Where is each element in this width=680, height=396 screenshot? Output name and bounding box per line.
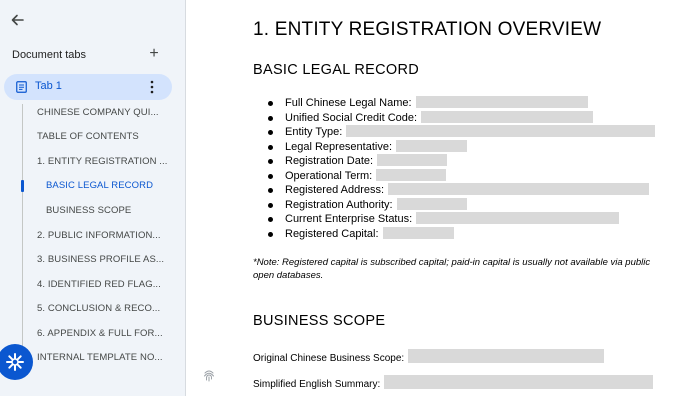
active-heading-indicator bbox=[21, 180, 24, 192]
outline-item[interactable]: 1. ENTITY REGISTRATION ... bbox=[37, 156, 168, 167]
outline-guide-line bbox=[22, 104, 23, 374]
add-tab-button[interactable]: + bbox=[146, 46, 162, 62]
back-button[interactable] bbox=[8, 10, 28, 30]
bullet bbox=[268, 173, 273, 179]
field-label: Legal Representative: bbox=[285, 140, 393, 153]
scope-field-original: Original Chinese Business Scope: bbox=[253, 349, 605, 364]
field-label: Registration Authority: bbox=[285, 198, 393, 211]
bullet bbox=[268, 188, 273, 193]
outline-item[interactable]: 4. IDENTIFIED RED FLAG... bbox=[37, 279, 161, 290]
field-label: Registered Capital: bbox=[285, 227, 379, 240]
more-vert-icon[interactable] bbox=[147, 78, 157, 96]
field-label: Simplified English Summary: bbox=[253, 379, 381, 390]
heading-business-scope: BUSINESS SCOPE bbox=[253, 313, 386, 329]
list-item: Operational Term: bbox=[263, 168, 655, 184]
bullet bbox=[268, 202, 273, 208]
list-item: Entity Type: bbox=[263, 125, 656, 140]
scope-field-english: Simplified English Summary: bbox=[253, 375, 654, 390]
list-item: Legal Representative: bbox=[263, 139, 655, 155]
redacted-value bbox=[376, 168, 447, 181]
redacted-value bbox=[415, 96, 588, 108]
list-item: Registration Authority: bbox=[263, 197, 655, 213]
list-item: Registration Date: bbox=[263, 154, 655, 169]
redacted-value bbox=[377, 154, 448, 166]
outline-item-active[interactable]: BASIC LEGAL RECORD bbox=[46, 180, 153, 191]
field-label: Operational Term: bbox=[285, 169, 373, 182]
heading-1: 1. ENTITY REGISTRATION OVERVIEW bbox=[253, 19, 602, 40]
list-item: Current Enterprise Status: bbox=[263, 212, 655, 227]
list-item: Registered Address: bbox=[263, 183, 655, 198]
plus-icon: + bbox=[149, 45, 159, 62]
document-icon bbox=[16, 81, 27, 93]
document-tabs-sidebar: Document tabs + Tab 1 CHINESE COMPANY QU… bbox=[0, 0, 186, 396]
list-item: Full Chinese Legal Name: bbox=[263, 96, 655, 111]
tab-1[interactable]: Tab 1 bbox=[4, 74, 172, 100]
redacted-value bbox=[421, 110, 594, 123]
outline-item[interactable]: 3. BUSINESS PROFILE AS... bbox=[37, 254, 164, 265]
document-page[interactable]: 1. ENTITY REGISTRATION OVERVIEW BASIC LE… bbox=[187, 0, 680, 396]
outline-item[interactable]: TABLE OF CONTENTS bbox=[37, 131, 139, 142]
field-label: Entity Type: bbox=[285, 126, 343, 138]
field-label: Registration Date: bbox=[285, 155, 374, 167]
redacted-value bbox=[382, 226, 454, 239]
list-item: Registered Capital: bbox=[263, 226, 655, 242]
tab-label: Tab 1 bbox=[35, 80, 62, 92]
document-tabs-heading: Document tabs bbox=[12, 49, 86, 61]
bullet bbox=[268, 159, 273, 164]
redacted-value bbox=[396, 197, 467, 210]
redacted-value bbox=[346, 125, 656, 137]
gemini-button[interactable] bbox=[0, 344, 33, 380]
legal-record-list: Full Chinese Legal Name: Unified Social … bbox=[263, 96, 656, 242]
field-label: Unified Social Credit Code: bbox=[285, 111, 418, 124]
redacted-value bbox=[416, 212, 620, 224]
bullet bbox=[268, 231, 273, 237]
outline-item[interactable]: BUSINESS SCOPE bbox=[46, 205, 131, 216]
bullet bbox=[268, 217, 273, 222]
outline-item[interactable]: 5. CONCLUSION & RECO... bbox=[37, 303, 160, 314]
fingerprint-icon[interactable] bbox=[202, 368, 216, 382]
outline-item[interactable]: INTERNAL TEMPLATE NO... bbox=[37, 352, 163, 363]
field-label: Original Chinese Business Scope: bbox=[253, 353, 405, 364]
outline-item[interactable]: CHINESE COMPANY QUI... bbox=[37, 107, 159, 118]
bullet bbox=[268, 101, 273, 106]
redacted-value bbox=[388, 183, 650, 195]
capital-note: *Note: Registered capital is subscribed … bbox=[253, 257, 651, 281]
outline-item[interactable]: 2. PUBLIC INFORMATION... bbox=[37, 230, 161, 241]
redacted-value bbox=[408, 349, 605, 363]
redacted-value bbox=[396, 139, 468, 152]
field-label: Current Enterprise Status: bbox=[285, 213, 413, 225]
arrow-left-icon bbox=[11, 14, 24, 26]
bullet bbox=[268, 130, 273, 135]
redacted-value bbox=[384, 375, 654, 389]
heading-basic-legal-record: BASIC LEGAL RECORD bbox=[253, 62, 420, 78]
outline-item[interactable]: 6. APPENDIX & FULL FOR... bbox=[37, 328, 163, 339]
list-item: Unified Social Credit Code: bbox=[263, 110, 655, 126]
bullet bbox=[268, 115, 273, 121]
field-label: Full Chinese Legal Name: bbox=[285, 97, 412, 109]
gemini-sparkle-icon bbox=[6, 353, 24, 371]
bullet bbox=[268, 144, 273, 150]
field-label: Registered Address: bbox=[285, 184, 385, 196]
